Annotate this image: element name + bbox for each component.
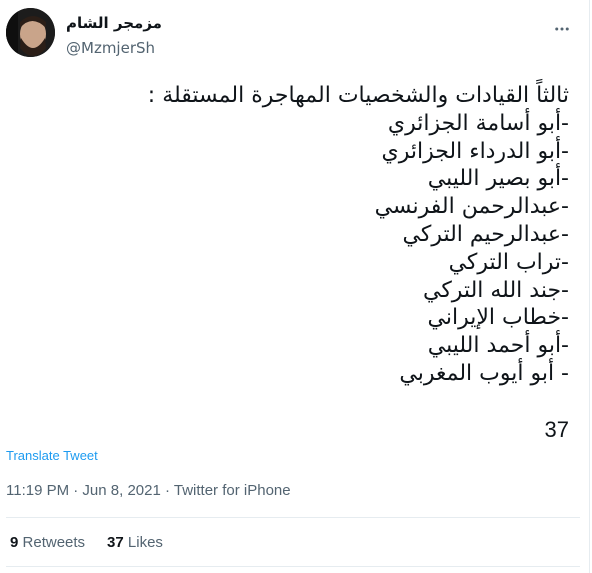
tweet-timestamp[interactable]: 11:19 PM · Jun 8, 2021 · Twitter for iPh… [6, 482, 291, 499]
retweets-stat[interactable]: 9 Retweets [10, 534, 85, 551]
divider [6, 566, 580, 567]
tweet-line: -أبو أسامة الجزائري [387, 110, 569, 136]
tweet-card: مزمجر الشام @MzmjerSh ثالثاً القيادات وا… [0, 0, 590, 573]
tweet-line: -عبدالرحيم التركي [402, 221, 569, 247]
tweet-line: -جند الله التركي [422, 277, 569, 303]
engagement-stats: 9 Retweets 37 Likes [10, 534, 163, 551]
likes-label: Likes [127, 534, 163, 551]
tweet-line: -تراب التركي [448, 249, 569, 275]
retweets-label: Retweets [22, 534, 86, 551]
author-handle[interactable]: @MzmjerSh [66, 39, 155, 57]
likes-count: 37 [107, 534, 124, 551]
author-name[interactable]: مزمجر الشام [66, 14, 162, 32]
tweet-line: -أبو أحمد الليبي [427, 333, 569, 359]
tweet-line: -خطاب الإيراني [427, 305, 570, 331]
tweet-line: -أبو بصير الليبي [427, 166, 569, 192]
tweet-number: 37 [544, 417, 569, 442]
more-options-button[interactable] [547, 14, 577, 44]
tweet-text: ثالثاً القيادات والشخصيات المهاجرة المست… [29, 82, 569, 388]
divider [6, 517, 580, 518]
likes-stat[interactable]: 37 Likes [107, 534, 163, 551]
more-icon [555, 27, 569, 31]
translate-tweet-link[interactable]: Translate Tweet [6, 448, 98, 463]
tweet-line: -عبدالرحمن الفرنسي [374, 194, 569, 220]
tweet-line: - أبو أيوب المغربي [399, 360, 569, 386]
avatar[interactable] [6, 8, 55, 57]
tweet-line: ثالثاً القيادات والشخصيات المهاجرة المست… [147, 83, 569, 108]
tweet-line: -أبو الدرداء الجزائري [381, 138, 569, 164]
retweets-count: 9 [10, 534, 19, 551]
